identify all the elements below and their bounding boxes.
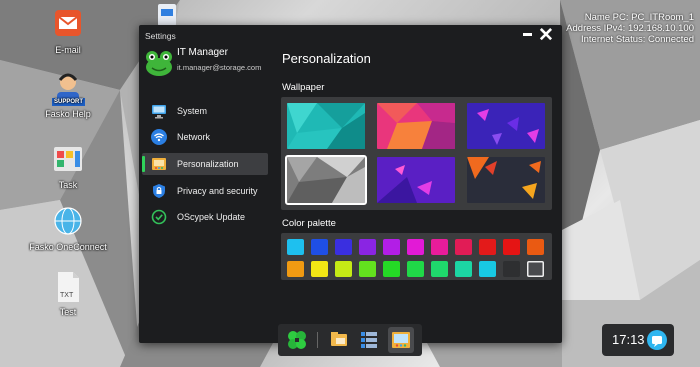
file-explorer-icon: [331, 332, 347, 346]
desktop-icon-label: Fasko Help: [45, 109, 91, 119]
color-swatch[interactable]: [527, 239, 544, 255]
txt-badge: TXT: [60, 292, 74, 299]
desktop-icon-email[interactable]: E-mail: [28, 8, 108, 55]
color-swatch[interactable]: [359, 261, 376, 277]
settings-titlebar[interactable]: Settings ✕: [139, 25, 562, 45]
wallpaper-section-label: Wallpaper: [282, 82, 325, 93]
desktop-icon-label: Fasko OneConnect: [29, 242, 107, 252]
wallpaper-option-5[interactable]: [377, 157, 455, 203]
color-swatch[interactable]: [479, 261, 496, 277]
monitor-icon: [151, 103, 167, 119]
settings-window: Settings ✕ IT Manager it.manager@storage…: [139, 25, 562, 343]
desktop-icon-task[interactable]: Task: [28, 143, 108, 190]
network-globe-icon: [51, 205, 85, 239]
color-swatch[interactable]: [407, 261, 424, 277]
color-swatch[interactable]: [455, 261, 472, 277]
color-swatch[interactable]: [407, 239, 424, 255]
sidebar-item-network[interactable]: Network: [142, 126, 268, 148]
desktop-icon-test[interactable]: TXT Test: [28, 270, 108, 317]
settings-app-icon: [392, 332, 410, 348]
window-title: Settings: [145, 31, 176, 41]
wallpaper-grid: [281, 97, 552, 210]
close-button[interactable]: ✕: [538, 26, 554, 45]
wallpaper-option-3[interactable]: [467, 103, 545, 149]
color-swatch[interactable]: [431, 239, 448, 255]
user-name: IT Manager: [177, 47, 228, 58]
wallpaper-option-1[interactable]: [287, 103, 365, 149]
notification-icon[interactable]: [646, 329, 668, 351]
taskbar-file-explorer[interactable]: [326, 327, 352, 353]
taskbar-start-button[interactable]: [284, 327, 310, 353]
check-circle-icon: [151, 209, 167, 225]
color-swatch[interactable]: [287, 239, 304, 255]
taskbar: [278, 324, 422, 356]
sidebar-item-personalization[interactable]: Personalization: [142, 153, 268, 175]
sidebar-item-system[interactable]: System: [142, 100, 268, 122]
desktop-icon-label: Test: [59, 307, 77, 317]
desktop: E-mail SUPPORT Fasko Help Task Fasko One…: [0, 0, 700, 367]
taskbar-separator: [317, 332, 318, 348]
desktop-icon-label: Task: [58, 180, 78, 190]
network-info: Name PC: PC_ITRoom_1 Address IPv4: 192.1…: [566, 12, 694, 45]
system-tray[interactable]: 17:13: [602, 324, 674, 356]
color-swatch[interactable]: [335, 239, 352, 255]
color-swatch[interactable]: [383, 239, 400, 255]
color-swatch[interactable]: [311, 261, 328, 277]
taskbar-settings[interactable]: [388, 327, 414, 353]
color-swatch[interactable]: [527, 261, 544, 277]
sidebar-item-oscypek-update[interactable]: OScypek Update: [142, 206, 268, 228]
color-palette-section-label: Color palette: [282, 218, 336, 229]
color-swatch[interactable]: [455, 239, 472, 255]
ipv4-address: Address IPv4: 192.168.10.100: [566, 23, 694, 34]
wifi-icon: [151, 129, 167, 145]
color-palette-grid: [281, 233, 552, 280]
page-title: Personalization: [282, 51, 371, 66]
active-indicator: [142, 156, 145, 172]
color-swatch[interactable]: [503, 261, 520, 277]
minimize-button[interactable]: [523, 33, 532, 36]
sidebar-item-label: Network: [177, 132, 211, 142]
start-menu-icon: [288, 331, 306, 349]
color-swatch[interactable]: [383, 261, 400, 277]
sidebar-item-label: Personalization: [177, 159, 239, 169]
wallpaper-option-4[interactable]: [285, 155, 367, 205]
sidebar-item-privacy-security[interactable]: Privacy and security: [142, 180, 268, 202]
color-swatch[interactable]: [503, 239, 520, 255]
taskbar-task-manager[interactable]: [356, 327, 382, 353]
color-swatch[interactable]: [335, 261, 352, 277]
wallpaper-option-6[interactable]: [467, 157, 545, 203]
clock: 17:13: [612, 332, 645, 347]
internet-status: Internet Status: Connected: [580, 34, 694, 45]
task-board-icon: [51, 143, 85, 177]
lock-shield-icon: [151, 183, 167, 199]
frog-avatar-icon: [144, 49, 174, 77]
color-swatch[interactable]: [479, 239, 496, 255]
color-swatch[interactable]: [431, 261, 448, 277]
palette-icon: [151, 156, 167, 172]
sidebar-item-label: Privacy and security: [177, 186, 258, 196]
wallpaper-option-2[interactable]: [377, 103, 455, 149]
support-badge: SUPPORT: [52, 98, 86, 106]
desktop-icon-fasko-help[interactable]: SUPPORT Fasko Help: [28, 72, 108, 119]
color-swatch[interactable]: [359, 239, 376, 255]
sidebar-item-label: OScypek Update: [177, 212, 246, 222]
task-manager-icon: [361, 332, 377, 348]
desktop-icon-label: E-mail: [55, 45, 81, 55]
color-swatch[interactable]: [311, 239, 328, 255]
sidebar-item-label: System: [177, 106, 208, 116]
color-swatch[interactable]: [287, 261, 304, 277]
desktop-icon-fasko-oneconnect[interactable]: Fasko OneConnect: [28, 205, 108, 252]
email-icon: [51, 8, 85, 42]
pc-name: Name PC: PC_ITRoom_1: [584, 12, 694, 23]
user-email: it.manager@storage.com: [177, 63, 262, 72]
